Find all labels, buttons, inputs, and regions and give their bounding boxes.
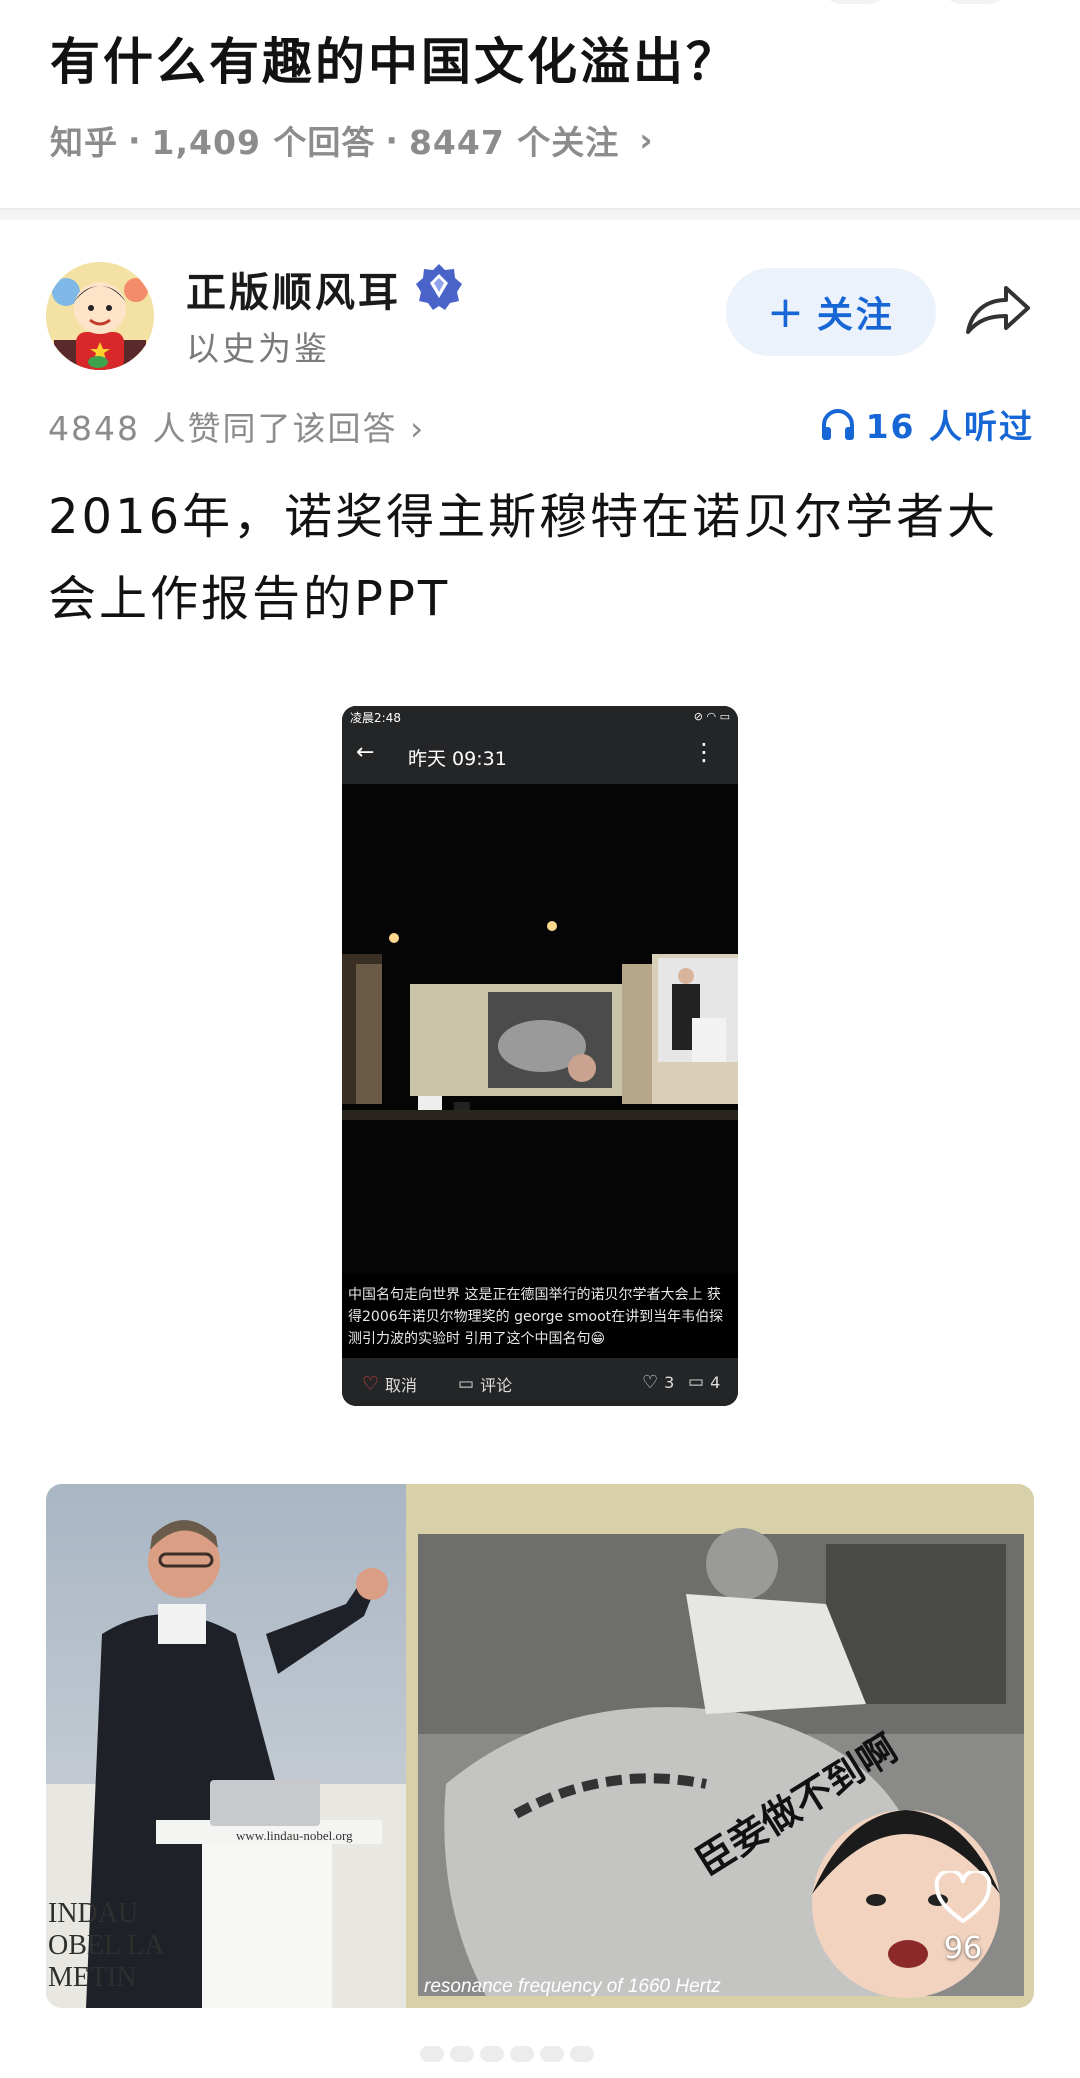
section-divider (0, 208, 1080, 220)
screenshot-video-frame (342, 784, 738, 1274)
podium-text: www.lindau-nobel.org (236, 1828, 353, 1843)
comment-count: 4 (710, 1372, 721, 1392)
source-label: 知乎 (50, 123, 118, 162)
heart-outline-icon (934, 1868, 992, 1923)
slide-footer-text: resonance frequency of 1660 Hertz (424, 1976, 721, 1997)
author-row: 正版顺风耳 以史为鉴 + 关注 (0, 240, 1080, 380)
screenshot-status-bar: 凌晨2:48 ⊘ ◠ ▭ (342, 706, 738, 728)
embedded-screenshot[interactable]: 凌晨2:48 ⊘ ◠ ▭ ← 昨天 09:31 ⋮ 中国名句走向世界 这是正在德… (342, 706, 738, 1406)
top-toolbar-remnant (820, 0, 1040, 10)
status-icons: ⊘ ◠ ▭ (693, 710, 730, 723)
listened-count[interactable]: 16 人听过 (820, 400, 1034, 448)
listened-text: 16 人听过 (865, 407, 1034, 446)
screenshot-caption: 中国名句走向世界 这是正在德国举行的诺贝尔学者大会上 获得2006年诺贝尔物理奖… (348, 1287, 724, 1347)
like-count: 3 (664, 1373, 675, 1392)
photo-like-count: 96 (943, 1931, 983, 1966)
more-icon: ⋮ (692, 738, 716, 766)
banner-text-1: INDAU (48, 1898, 138, 1929)
chevron-right-icon: › (409, 409, 426, 448)
screenshot-like-count: ♡ 3 (642, 1372, 674, 1393)
chevron-right-icon: › (639, 121, 654, 159)
status-time: 凌晨2:48 (350, 711, 401, 725)
author-name[interactable]: 正版顺风耳 (186, 260, 401, 318)
answer-photo[interactable]: www.lindau-nobel.org INDAU OBEL LA METIN… (46, 1484, 1034, 2008)
answer-body-text: 2016年，诺奖得主斯穆特在诺贝尔学者大会上作报告的PPT (48, 489, 999, 627)
verified-badge-icon (414, 262, 464, 312)
answer-count: 1,409 个回答 (151, 123, 376, 162)
comment-label: 评论 (480, 1376, 513, 1395)
screenshot-cancel: ♡ 取消 (362, 1372, 417, 1396)
banner-text-2: OBEL LA (48, 1930, 165, 1961)
banner-text-3: METIN (48, 1962, 137, 1993)
photo-like-overlay[interactable]: 96 (928, 1868, 998, 1966)
follower-count: 8447 个关注 (408, 123, 620, 162)
screenshot-title-time: 昨天 09:31 (408, 748, 507, 770)
screenshot-top-bar: ← 昨天 09:31 ⋮ (342, 728, 738, 784)
question-title[interactable]: 有什么有趣的中国文化溢出？ (50, 22, 739, 94)
comment-icon: ▭ (688, 1372, 705, 1392)
share-icon[interactable] (962, 280, 1032, 340)
avatar[interactable] (46, 262, 154, 370)
question-header: 有什么有趣的中国文化溢出？ 知乎 · 1,409 个回答 · 8447 个关注 … (0, 0, 1080, 212)
agree-text: 4848 人赞同了该回答 (48, 409, 398, 448)
cancel-label: 取消 (385, 1376, 418, 1395)
meta-separator: · (385, 120, 399, 160)
agree-count[interactable]: 4848 人赞同了该回答 › (48, 402, 425, 450)
back-arrow-icon: ← (356, 740, 375, 765)
headphones-icon (821, 409, 854, 440)
image-pager (420, 2046, 660, 2066)
screenshot-bottom-bar: ♡ 取消 ▭ 评论 ♡ 3 ▭ 4 (342, 1358, 738, 1406)
heart-icon: ♡ (362, 1373, 380, 1395)
comment-icon: ▭ (458, 1374, 475, 1394)
meta-separator: · (128, 120, 142, 160)
screenshot-comment-count: ▭ 4 (688, 1372, 720, 1392)
screenshot-comment: ▭ 评论 (458, 1372, 512, 1396)
answer-stats: 4848 人赞同了该回答 › 16 人听过 (0, 396, 1080, 452)
plus-icon: + (767, 286, 807, 338)
author-bio: 以史为鉴 (186, 329, 330, 368)
follow-button[interactable]: + 关注 (726, 268, 936, 356)
question-meta[interactable]: 知乎 · 1,409 个回答 · 8447 个关注 › (50, 116, 654, 164)
heart-icon: ♡ (642, 1372, 659, 1393)
follow-label: 关注 (816, 295, 895, 336)
